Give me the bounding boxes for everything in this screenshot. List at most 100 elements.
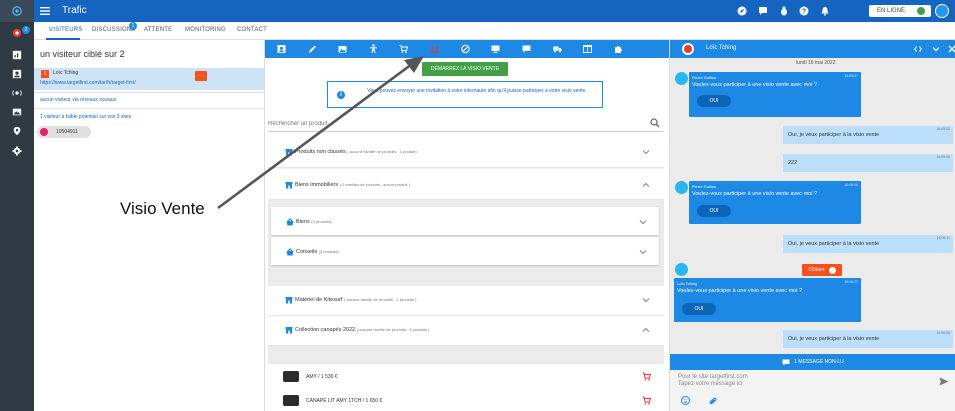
chevron-down-icon[interactable] <box>932 45 940 53</box>
pencil-icon[interactable] <box>308 44 317 54</box>
product-name: AMY / 1 530 € <box>306 374 338 380</box>
invitation-info-text: Vous pouvez envoyer une invitation à vot… <box>367 88 587 94</box>
search-icon[interactable] <box>650 118 660 128</box>
attachment-icon[interactable] <box>708 397 718 405</box>
bug-icon[interactable] <box>779 6 789 16</box>
visitor-chip-id: 10504911 <box>56 129 78 135</box>
visitor-count-title: un visiteur ciblé sur 2 <box>40 49 125 59</box>
user-avatar[interactable] <box>935 4 949 18</box>
help-icon[interactable]: ? <box>799 6 809 16</box>
rail-location[interactable] <box>0 120 34 142</box>
ban-icon[interactable] <box>461 44 470 54</box>
status-toggle[interactable]: EN LIGNE <box>869 5 931 17</box>
accessibility-icon[interactable] <box>369 44 378 54</box>
message-composer[interactable]: Pour le site targetfirst.com Tapez votre… <box>670 370 955 411</box>
composer-placeholder[interactable]: Pour le site targetfirst.com Tapez votre… <box>678 374 748 388</box>
chart-icon <box>12 50 22 60</box>
chevron-down-icon[interactable] <box>639 249 647 255</box>
message-time: 16:05:55 <box>936 155 950 159</box>
tab-visiteurs[interactable]: VISITEURS <box>49 27 82 33</box>
chat-date: lundi 16 mai 2022 <box>796 60 836 66</box>
agent-avatar <box>675 72 688 85</box>
tab-contact[interactable]: CONTACT <box>237 27 267 33</box>
message-sender: Pierre Guillou <box>692 75 717 80</box>
message-text: Voulez-vous participer à une visio vente… <box>677 288 803 294</box>
cart-icon[interactable] <box>399 44 408 54</box>
emoji-icon[interactable] <box>681 396 690 405</box>
status-label: EN LIGNE <box>877 8 906 14</box>
message-text: Oui, je veux participer à la visio vente <box>788 132 880 138</box>
chat-message-out: 16:05:52 Oui, je veux participer à la vi… <box>783 126 953 144</box>
product-search-input[interactable] <box>268 119 638 129</box>
message-time: 16:06:27 <box>844 280 858 284</box>
potential-link[interactable]: 1 visiteur à faible potentiel sur vos 3 … <box>40 114 131 120</box>
store-icon <box>285 297 293 304</box>
delivery-truck-icon[interactable] <box>553 44 562 54</box>
chat-contact-name: Loïc Tching <box>706 45 737 51</box>
chevron-down-icon[interactable] <box>639 219 647 225</box>
bell-icon[interactable] <box>820 6 830 16</box>
send-icon[interactable] <box>939 377 949 386</box>
tab-monitoring[interactable]: MONITORING <box>185 27 226 33</box>
logo-icon[interactable] <box>0 0 34 22</box>
online-icon <box>917 7 925 15</box>
gallery-icon[interactable] <box>338 44 347 54</box>
visitor-avatar <box>675 263 688 276</box>
visitor-number-badge: 1 <box>41 70 49 78</box>
category-panel[interactable]: Matériel de Kitesurf ( aucune famille de… <box>268 286 664 316</box>
basket-icon <box>286 218 294 226</box>
close-icon[interactable] <box>948 45 955 53</box>
subcategory-label: Conseils (3 produits) <box>296 249 339 255</box>
contact-card-icon[interactable] <box>277 44 286 54</box>
compass-icon[interactable] <box>737 6 747 16</box>
category-panel[interactable]: Collection canapés 2022 ( aucune famille… <box>268 316 664 346</box>
expand-code-icon[interactable] <box>914 45 922 53</box>
add-to-cart-icon[interactable] <box>642 396 651 405</box>
puzzle-icon[interactable] <box>614 44 623 54</box>
divider <box>34 108 264 109</box>
category-panel[interactable]: Produits non classés ( aucune famille de… <box>268 136 664 168</box>
chevron-up-icon[interactable] <box>642 182 650 188</box>
category-panel[interactable]: Biens immobiliers ( 2 familles de produi… <box>268 170 664 200</box>
chat-header: Loïc Tching <box>670 40 955 58</box>
message-icon[interactable] <box>522 44 531 54</box>
cloture-button[interactable]: Clôture <box>802 264 842 276</box>
browser-window-icon[interactable] <box>583 44 592 54</box>
add-to-cart-icon[interactable] <box>642 372 651 381</box>
divider <box>34 92 264 93</box>
oui-button[interactable]: OUI <box>697 95 731 107</box>
product-thumbnail <box>283 371 299 382</box>
location-icon <box>13 126 21 136</box>
hamburger-icon[interactable] <box>40 5 50 17</box>
product-panel: DÉMARREZ LA VISIO VENTE i Vous pouvez en… <box>265 40 669 411</box>
top-bar: Trafic ? EN LIGNE <box>34 0 955 22</box>
chevron-down-icon[interactable] <box>642 297 650 303</box>
subcategory-panel[interactable]: Biens (3 produits) <box>271 207 659 235</box>
tab-attente[interactable]: ATTENTE <box>144 27 172 33</box>
side-rail: 2 <box>0 0 34 411</box>
visitor-chip[interactable]: 10504911 <box>37 126 91 138</box>
visitor-avatar-icon <box>40 128 48 136</box>
visio-group-icon[interactable] <box>430 44 439 54</box>
chat-message-out: 16:06:11 Oui, je veux participer à la vi… <box>783 235 953 253</box>
visitor-list-panel: un visiteur ciblé sur 2 1 Loïc Tching ht… <box>34 40 265 411</box>
product-row[interactable]: CANAPÉ LIT AMY 1TCH / 1 650 € <box>268 391 664 411</box>
screen-icon[interactable] <box>491 44 500 54</box>
oui-button[interactable]: OUI <box>682 303 716 315</box>
visitor-url[interactable]: https://www.targetfirst.com/tar/fr/targe… <box>40 80 136 86</box>
message-icon <box>782 359 790 365</box>
rail-dashboard[interactable]: 2 <box>0 22 34 44</box>
subcategory-panel[interactable]: Conseils (3 produits) <box>271 237 659 265</box>
oui-button[interactable]: OUI <box>697 205 731 217</box>
chat-bubble-icon[interactable]: ··· <box>195 71 207 81</box>
start-visio-button[interactable]: DÉMARREZ LA VISIO VENTE <box>422 62 508 76</box>
chevron-up-icon[interactable] <box>642 327 650 333</box>
info-icon: i <box>337 91 345 99</box>
visitor-row[interactable]: 1 Loïc Tching https://www.targetfirst.co… <box>34 68 264 90</box>
close-circle-icon <box>828 266 836 274</box>
rail-settings[interactable] <box>0 140 34 162</box>
chat-icon[interactable] <box>758 6 768 16</box>
product-row[interactable]: AMY / 1 530 € <box>268 367 664 387</box>
unread-banner[interactable]: 1 MESSAGE NON-LU <box>670 354 955 370</box>
chevron-down-icon[interactable] <box>642 149 650 155</box>
